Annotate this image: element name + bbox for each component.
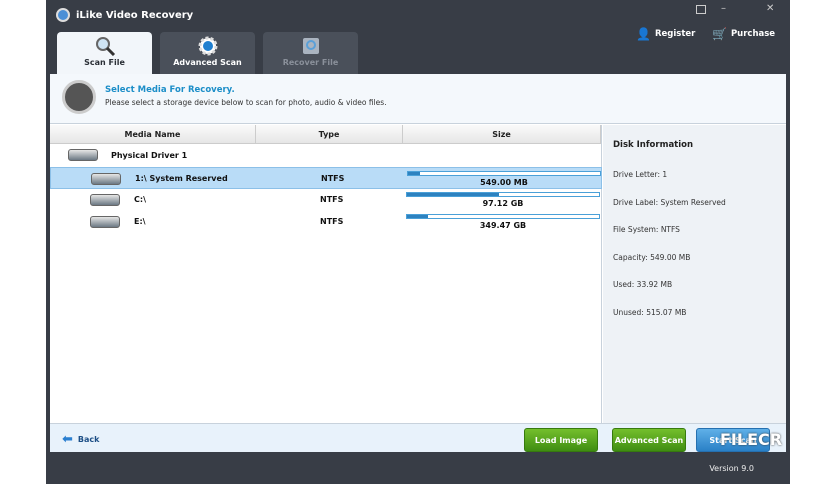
drive-icon: [90, 194, 120, 206]
usage-fill: [407, 215, 429, 218]
register-button[interactable]: 👤 Register: [636, 27, 695, 41]
physical-drive-group[interactable]: Physical Driver 1: [50, 145, 602, 167]
column-type[interactable]: Type: [256, 125, 403, 143]
advanced-scan-button[interactable]: Advanced Scan: [612, 428, 686, 452]
usage-fill: [408, 172, 420, 175]
column-size[interactable]: Size: [403, 125, 601, 143]
instruction-subtitle: Please select a storage device below to …: [105, 98, 387, 107]
version-label: Version 9.0: [709, 464, 754, 473]
column-media-name[interactable]: Media Name: [50, 125, 256, 143]
usage-bar: [407, 171, 601, 176]
drive-label: Drive Label: System Reserved: [613, 197, 726, 207]
media-type: NTFS: [320, 195, 344, 204]
app-window: iLike Video Recovery – ✕ 👤 Register 🛒 Purc…: [46, 0, 790, 484]
usage-bar: [406, 192, 600, 197]
tab-recover-file[interactable]: Recover File: [263, 32, 358, 74]
media-size: 549.00 MB: [480, 178, 528, 187]
menu-icon[interactable]: [696, 5, 706, 14]
instruction-title: Select Media For Recovery.: [105, 85, 235, 95]
title-bar: iLike Video Recovery: [56, 8, 193, 22]
usage-bar: [406, 214, 600, 219]
media-gauge-icon: [62, 80, 96, 114]
back-arrow-icon: ⬅: [62, 432, 73, 447]
app-logo-icon: [56, 8, 70, 22]
gear-icon: [198, 36, 217, 56]
usage-fill: [407, 193, 500, 196]
drive-icon: [91, 173, 121, 185]
capacity: Capacity: 549.00 MB: [613, 252, 691, 262]
media-size: 97.12 GB: [482, 199, 524, 208]
drive-icon: [68, 149, 98, 161]
media-type: NTFS: [321, 174, 345, 183]
media-type: NTFS: [320, 217, 344, 226]
media-size: 349.47 GB: [479, 221, 527, 230]
unused: Unused: 515.07 MB: [613, 307, 687, 317]
media-name: 1:\ System Reserved: [135, 174, 228, 183]
table-row[interactable]: C:\ NTFS 97.12 GB: [50, 189, 602, 211]
table-row[interactable]: E:\ NTFS 349.47 GB: [50, 211, 602, 233]
action-bar: ⬅ Back Load Image Advanced Scan Start Sca…: [50, 423, 786, 452]
media-table: Media Name Type Size Physical Driver 1 1…: [50, 125, 602, 423]
magnifier-icon: [95, 37, 115, 56]
drive-letter: Drive Letter: 1: [613, 170, 668, 179]
recover-drive-icon: [302, 38, 319, 54]
used: Used: 33.92 MB: [613, 280, 673, 289]
media-name: C:\: [134, 195, 146, 204]
purchase-button[interactable]: 🛒 Purchase: [712, 27, 775, 41]
cart-icon: 🛒: [712, 27, 727, 41]
app-title: iLike Video Recovery: [76, 9, 194, 21]
table-row[interactable]: 1:\ System Reserved NTFS 549.00 MB: [50, 167, 602, 189]
tab-scan-file[interactable]: Scan File: [57, 32, 152, 74]
watermark: FILECR: [720, 430, 783, 449]
main-content: Select Media For Recovery. Please select…: [50, 74, 786, 452]
media-name: E:\: [134, 217, 146, 226]
load-image-button[interactable]: Load Image: [524, 428, 598, 452]
user-icon: 👤: [636, 27, 651, 41]
close-icon[interactable]: ✕: [766, 3, 774, 14]
table-header: Media Name Type Size: [50, 125, 601, 144]
disk-info-title: Disk Information: [613, 140, 694, 150]
drive-icon: [90, 216, 120, 228]
back-button[interactable]: ⬅ Back: [62, 432, 99, 447]
file-system: File System: NTFS: [613, 225, 680, 234]
disk-information-panel: Disk Information Drive Letter: 1 Drive L…: [603, 125, 786, 423]
minimize-icon[interactable]: –: [721, 3, 726, 14]
tab-advanced-scan[interactable]: Advanced Scan: [160, 32, 255, 74]
instruction-header: Select Media For Recovery. Please select…: [50, 74, 786, 124]
